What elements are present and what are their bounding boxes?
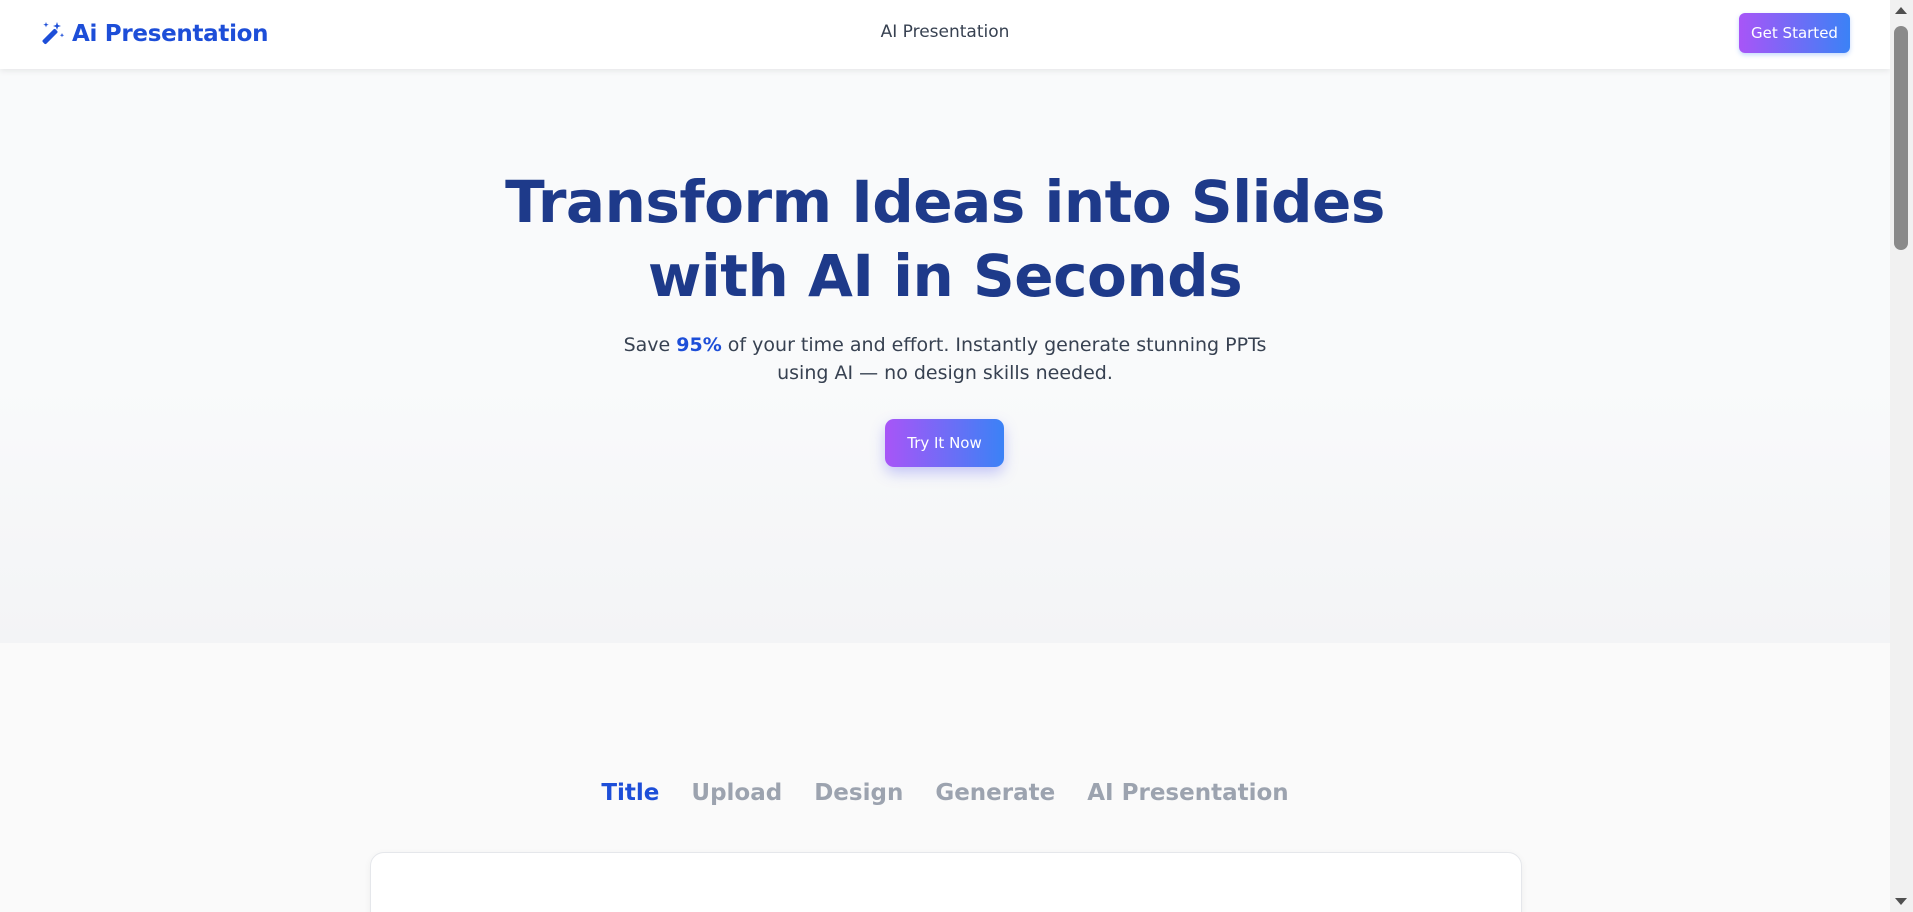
tab-design[interactable]: Design (814, 780, 903, 806)
scroll-up-arrow-icon[interactable] (1895, 7, 1907, 14)
top-navbar: Ai Presentation AI Presentation Get Star… (0, 0, 1890, 69)
hero-subtitle: Save 95% of your time and effort. Instan… (595, 331, 1295, 387)
brand-name: Ai Presentation (72, 21, 269, 47)
tab-ai-presentation[interactable]: AI Presentation (1087, 780, 1288, 806)
nav-link-ai-presentation[interactable]: AI Presentation (881, 22, 1010, 42)
hero-title-line-2: with AI in Seconds (647, 242, 1243, 310)
nav-center: AI Presentation (0, 22, 1890, 42)
scrollbar-thumb[interactable] (1894, 26, 1908, 250)
steps-tabs: Title Upload Design Generate AI Presenta… (0, 780, 1890, 806)
subtitle-suffix: of your time and effort. Instantly gener… (721, 334, 1267, 384)
time-saved-highlight: 95% (676, 334, 722, 356)
tab-upload[interactable]: Upload (691, 780, 782, 806)
page: Ai Presentation AI Presentation Get Star… (0, 0, 1890, 912)
get-started-button[interactable]: Get Started (1739, 13, 1850, 53)
scroll-down-arrow-icon[interactable] (1895, 898, 1907, 905)
steps-content-card (370, 852, 1522, 912)
magic-wand-icon (38, 20, 66, 48)
vertical-scrollbar[interactable] (1890, 0, 1913, 912)
hero-section: Transform Ideas into Slides with AI in S… (0, 69, 1890, 643)
brand-logo[interactable]: Ai Presentation (38, 16, 269, 52)
tab-title[interactable]: Title (601, 780, 659, 806)
tab-generate[interactable]: Generate (935, 780, 1055, 806)
subtitle-prefix: Save (623, 334, 677, 356)
hero-title: Transform Ideas into Slides with AI in S… (0, 165, 1890, 313)
hero-title-line-1: Transform Ideas into Slides (505, 168, 1385, 236)
try-it-now-button[interactable]: Try It Now (885, 419, 1004, 467)
